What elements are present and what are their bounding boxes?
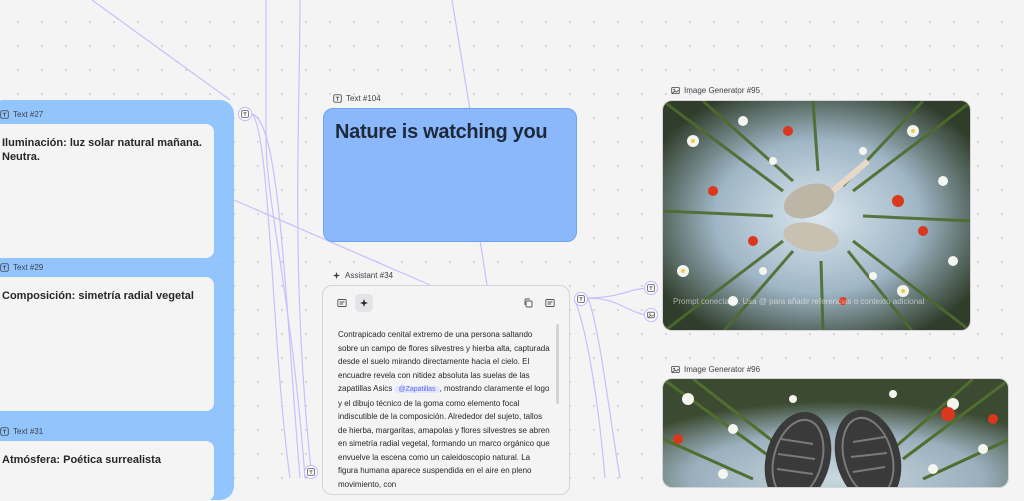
assistant-output-port[interactable]	[574, 292, 588, 306]
image-95-prompt-placeholder: Prompt conectado. Usa @ para añadir refe…	[673, 297, 925, 306]
text-lines-icon	[545, 299, 555, 307]
text-square-icon	[577, 295, 585, 303]
sparkle-icon	[360, 299, 368, 307]
text-square-icon	[0, 110, 9, 119]
generated-image-sneaker-soles	[663, 379, 1008, 487]
assistant-output-text: Contrapicado cenital extremo de una pers…	[338, 328, 550, 491]
text-104-label: Text #104	[346, 94, 381, 103]
text-27-header: Text #27	[0, 110, 43, 119]
group-output-port[interactable]	[238, 107, 252, 121]
assistant-34-label: Assistant #34	[345, 271, 394, 280]
image-95-text-input-port[interactable]	[644, 281, 658, 295]
image-96-label: Image Generator #96	[684, 365, 761, 374]
text-31-content: Atmósfera: Poética surrealista	[2, 454, 161, 466]
text-square-icon	[0, 427, 9, 436]
image-95-image-input-port[interactable]	[644, 308, 658, 322]
sparkle-icon	[332, 271, 341, 280]
text-27-label: Text #27	[13, 110, 44, 119]
image-95-label: Image Generator #95	[684, 86, 761, 95]
text-31-header: Text #31	[0, 427, 43, 436]
copy-button[interactable]	[519, 294, 537, 312]
text-27-content: Iluminación: luz solar natural mañana. N…	[2, 137, 202, 163]
image-icon	[647, 311, 655, 319]
copy-icon	[524, 298, 533, 308]
ai-mode-button[interactable]	[355, 294, 373, 312]
text-29-header: Text #29	[0, 263, 43, 272]
text-104-header: Text #104	[333, 94, 381, 103]
text-29-label: Text #29	[13, 263, 44, 272]
text-square-icon	[241, 110, 249, 118]
assistant-scrollbar[interactable]	[556, 324, 559, 404]
assistant-34-card: Contrapicado cenital extremo de una pers…	[322, 285, 570, 495]
image-icon	[671, 86, 680, 95]
assistant-text-part-2: , mostrando claramente el logo y el dibu…	[338, 384, 550, 489]
assistant-34-header: Assistant #34	[332, 271, 393, 280]
image-95-header: Image Generator #95	[671, 86, 760, 95]
text-104-content: Nature is watching you	[335, 121, 548, 143]
text-27-card[interactable]: Iluminación: luz solar natural mañana. N…	[0, 124, 214, 258]
notes-button[interactable]	[541, 294, 559, 312]
text-square-icon	[0, 263, 9, 272]
image-96-header: Image Generator #96	[671, 365, 760, 374]
text-square-icon	[647, 284, 655, 292]
text-104-card[interactable]: Nature is watching you	[323, 108, 577, 242]
image-icon	[671, 365, 680, 374]
text-square-icon	[307, 468, 315, 476]
assistant-mode-toolbar	[333, 294, 373, 312]
text-mode-button[interactable]	[333, 294, 351, 312]
text-29-content: Composición: simetría radial vegetal	[2, 290, 194, 302]
text-lines-icon	[337, 299, 347, 307]
text-29-card[interactable]: Composición: simetría radial vegetal	[0, 277, 214, 411]
image-96-card[interactable]	[662, 378, 1009, 488]
assistant-input-port[interactable]	[304, 465, 318, 479]
text-31-card[interactable]: Atmósfera: Poética surrealista	[0, 441, 214, 501]
text-square-icon	[333, 94, 342, 103]
reference-chip[interactable]: @Zapatillas	[394, 386, 440, 393]
text-31-label: Text #31	[13, 427, 44, 436]
assistant-actions	[519, 294, 559, 312]
image-95-card[interactable]: Prompt conectado. Usa @ para añadir refe…	[662, 100, 971, 331]
